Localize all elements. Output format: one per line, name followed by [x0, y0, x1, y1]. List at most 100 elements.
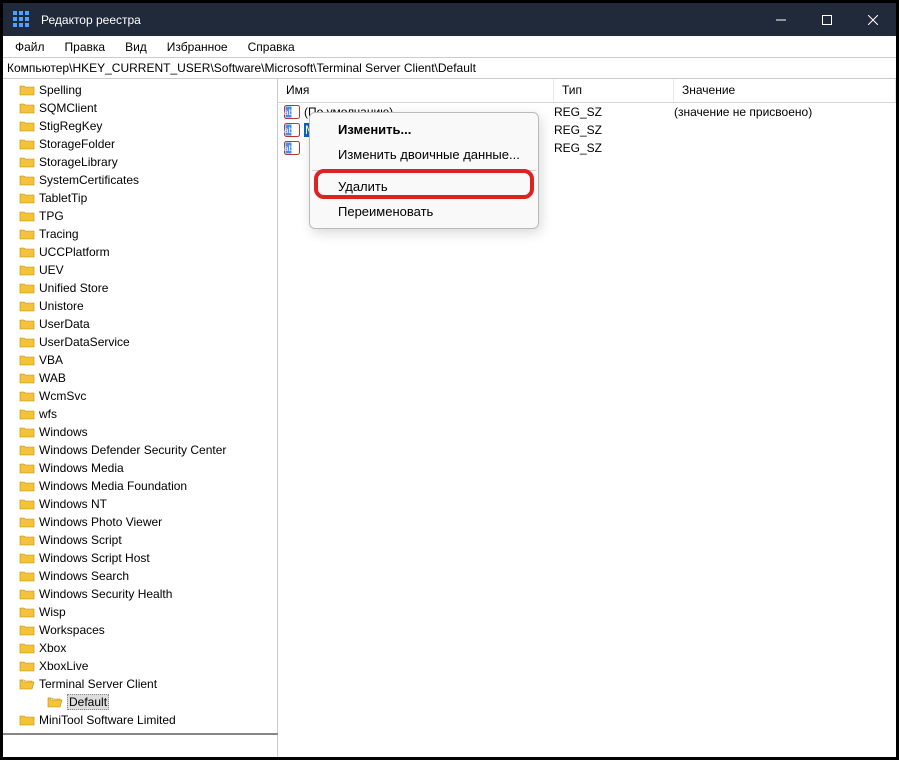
value-type: REG_SZ — [554, 141, 674, 155]
tree-item[interactable]: Terminal Server Client — [3, 675, 277, 693]
tree-item-label: Windows NT — [39, 497, 107, 511]
tree-item-label: UserDataService — [39, 335, 130, 349]
ctx-delete[interactable]: Удалить — [310, 174, 538, 199]
tree-item-label: Windows — [39, 425, 88, 439]
tree-item[interactable]: Windows Photo Viewer — [3, 513, 277, 531]
tree-item-label: Terminal Server Client — [39, 677, 157, 691]
tree-item-label: StorageLibrary — [39, 155, 118, 169]
tree-item[interactable]: Windows Media Foundation — [3, 477, 277, 495]
tree-item-label: StorageFolder — [39, 137, 115, 151]
tree-item-label: Windows Security Health — [39, 587, 172, 601]
tree-item-label: Unified Store — [39, 281, 108, 295]
tree-item[interactable]: Windows Defender Security Center — [3, 441, 277, 459]
tree-item[interactable]: TabletTip — [3, 189, 277, 207]
minimize-button[interactable] — [758, 3, 804, 36]
tree-item-label: Wisp — [39, 605, 66, 619]
tree-item-label: UEV — [39, 263, 64, 277]
col-header-name[interactable]: Имя — [278, 79, 554, 102]
tree-item-label: StigRegKey — [39, 119, 102, 133]
tree-item[interactable]: Xbox — [3, 639, 277, 657]
tree-item-label: XboxLive — [39, 659, 88, 673]
maximize-icon — [822, 15, 832, 25]
tree-item-label: Windows Script Host — [39, 551, 150, 565]
tree-item-label: Unistore — [39, 299, 84, 313]
tree-item[interactable]: WcmSvc — [3, 387, 277, 405]
tree-item-label: WAB — [39, 371, 66, 385]
titlebar[interactable]: Редактор реестра — [3, 3, 896, 36]
tree-item[interactable]: SQMClient — [3, 99, 277, 117]
tree-item-label: wfs — [39, 407, 57, 421]
tree-item[interactable]: UEV — [3, 261, 277, 279]
tree-item[interactable]: Windows — [3, 423, 277, 441]
tree-item[interactable]: StorageLibrary — [3, 153, 277, 171]
col-header-type[interactable]: Тип — [554, 79, 674, 102]
tree-item-label: SystemCertificates — [39, 173, 139, 187]
tree-item[interactable]: StigRegKey — [3, 117, 277, 135]
tree-item[interactable]: XboxLive — [3, 657, 277, 675]
tree-item-label: Windows Defender Security Center — [39, 443, 226, 457]
tree-item[interactable]: Windows Security Health — [3, 585, 277, 603]
tree-item[interactable]: Default — [3, 693, 277, 711]
values-panel[interactable]: Имя Тип Значение ab(По умолчанию)REG_SZ(… — [278, 79, 896, 757]
tree-item-label: Workspaces — [39, 623, 105, 637]
tree-item[interactable]: SystemCertificates — [3, 171, 277, 189]
tree-item[interactable]: Windows Script — [3, 531, 277, 549]
tree-item[interactable]: Spelling — [3, 81, 277, 99]
tree-item-label: Windows Media — [39, 461, 124, 475]
tree-item[interactable]: Windows NT — [3, 495, 277, 513]
tree-item[interactable]: VBA — [3, 351, 277, 369]
tree-item-label: UserData — [39, 317, 90, 331]
tree-item[interactable]: Workspaces — [3, 621, 277, 639]
close-button[interactable] — [850, 3, 896, 36]
context-menu: Изменить... Изменить двоичные данные... … — [309, 112, 539, 229]
tree-item[interactable]: UserDataService — [3, 333, 277, 351]
tree-item-label: VBA — [39, 353, 63, 367]
window-title: Редактор реестра — [41, 13, 758, 27]
tree-item[interactable]: StorageFolder — [3, 135, 277, 153]
tree-item-label: UCCPlatform — [39, 245, 110, 259]
tree-item[interactable]: Tracing — [3, 225, 277, 243]
value-type: REG_SZ — [554, 123, 674, 137]
tree-item[interactable]: Wisp — [3, 603, 277, 621]
tree-item-label: TPG — [39, 209, 64, 223]
tree-item[interactable]: WAB — [3, 369, 277, 387]
tree-panel[interactable]: SpellingSQMClient StigRegKey StorageFolder… — [3, 79, 278, 757]
menu-file[interactable]: Файл — [5, 38, 55, 56]
svg-text:ab: ab — [284, 126, 293, 135]
svg-text:ab: ab — [284, 108, 293, 117]
menu-view[interactable]: Вид — [115, 38, 157, 56]
tree-item[interactable]: Windows Media — [3, 459, 277, 477]
menu-help[interactable]: Справка — [238, 38, 305, 56]
tree-item[interactable]: UserData — [3, 315, 277, 333]
tree-item-label: Tracing — [39, 227, 79, 241]
tree-item[interactable]: Unistore — [3, 297, 277, 315]
tree-item[interactable]: TPG — [3, 207, 277, 225]
tree-item[interactable]: Windows Search — [3, 567, 277, 585]
menubar: Файл Правка Вид Избранное Справка — [3, 36, 896, 57]
tree-item[interactable]: UCCPlatform — [3, 243, 277, 261]
menu-favorites[interactable]: Избранное — [157, 38, 238, 56]
tree-item-label: Windows Photo Viewer — [39, 515, 162, 529]
value-data: (значение не присвоено) — [674, 105, 896, 119]
tree-item-label: Windows Search — [39, 569, 129, 583]
ctx-modify[interactable]: Изменить... — [310, 117, 538, 142]
ctx-rename[interactable]: Переименовать — [310, 199, 538, 224]
tree-item-label: TabletTip — [39, 191, 87, 205]
splitter[interactable] — [3, 733, 278, 739]
minimize-icon — [776, 15, 786, 25]
tree-item[interactable]: Windows Script Host — [3, 549, 277, 567]
ctx-separator — [312, 170, 536, 171]
svg-text:ab: ab — [284, 144, 293, 153]
menu-edit[interactable]: Правка — [55, 38, 116, 56]
value-type: REG_SZ — [554, 105, 674, 119]
tree-item-label: Default — [67, 694, 109, 710]
col-header-value[interactable]: Значение — [674, 79, 896, 102]
maximize-button[interactable] — [804, 3, 850, 36]
tree-item[interactable]: wfs — [3, 405, 277, 423]
address-bar[interactable]: Компьютер\HKEY_CURRENT_USER\Software\Mic… — [3, 57, 896, 79]
tree-item[interactable]: MiniTool Software Limited — [3, 711, 277, 729]
ctx-modify-binary[interactable]: Изменить двоичные данные... — [310, 142, 538, 167]
tree-item-label: MiniTool Software Limited — [39, 713, 176, 727]
tree-item-label: WcmSvc — [39, 389, 86, 403]
tree-item[interactable]: Unified Store — [3, 279, 277, 297]
